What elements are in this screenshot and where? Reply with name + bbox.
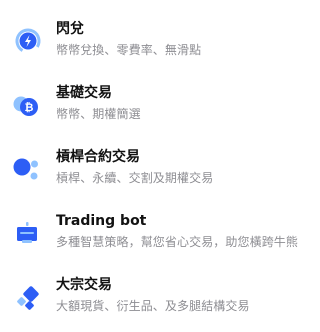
dots-cluster-icon: [12, 154, 42, 184]
menu-item-subtitle: 幣幣、期權簡選: [56, 107, 141, 121]
lightning-icon: [12, 26, 42, 56]
menu-item-flash-swap[interactable]: 閃兌 幣幣兌換、零費率、無滑點: [0, 20, 315, 78]
robot-icon: [12, 218, 42, 248]
bitcoin-coin-icon: ₿: [12, 90, 42, 120]
menu-item-title: 基礎交易: [56, 85, 112, 101]
menu-item-trading-bot[interactable]: Trading bot 多種智慧策略，幫您省心交易，助您橫跨牛熊: [0, 212, 315, 270]
menu-item-basic-trading[interactable]: ₿ 基礎交易 幣幣、期權簡選: [0, 84, 315, 142]
menu-item-title: Trading bot: [56, 213, 147, 229]
menu-item-title: 大宗交易: [56, 277, 112, 293]
menu-item-subtitle: 槓桿、永續、交割及期權交易: [56, 171, 214, 185]
svg-text:₿: ₿: [25, 101, 34, 114]
diamond-blocks-icon: [12, 282, 42, 312]
menu-item-leverage-contract-trading[interactable]: 槓桿合約交易 槓桿、永續、交割及期權交易: [0, 148, 315, 206]
menu-item-subtitle: 多種智慧策略，幫您省心交易，助您橫跨牛熊: [56, 235, 299, 249]
trade-menu: 閃兌 幣幣兌換、零費率、無滑點 ₿ 基礎交易 幣幣、期權簡選 槓桿合約交易 槓桿…: [0, 0, 315, 332]
menu-item-subtitle: 大額現貨、衍生品、及多腿結構交易: [56, 299, 250, 313]
menu-item-title: 槓桿合約交易: [56, 149, 140, 165]
menu-item-block-trading[interactable]: 大宗交易 大額現貨、衍生品、及多腿結構交易: [0, 276, 315, 332]
menu-item-subtitle: 幣幣兌換、零費率、無滑點: [56, 43, 202, 57]
menu-item-title: 閃兌: [56, 21, 84, 37]
